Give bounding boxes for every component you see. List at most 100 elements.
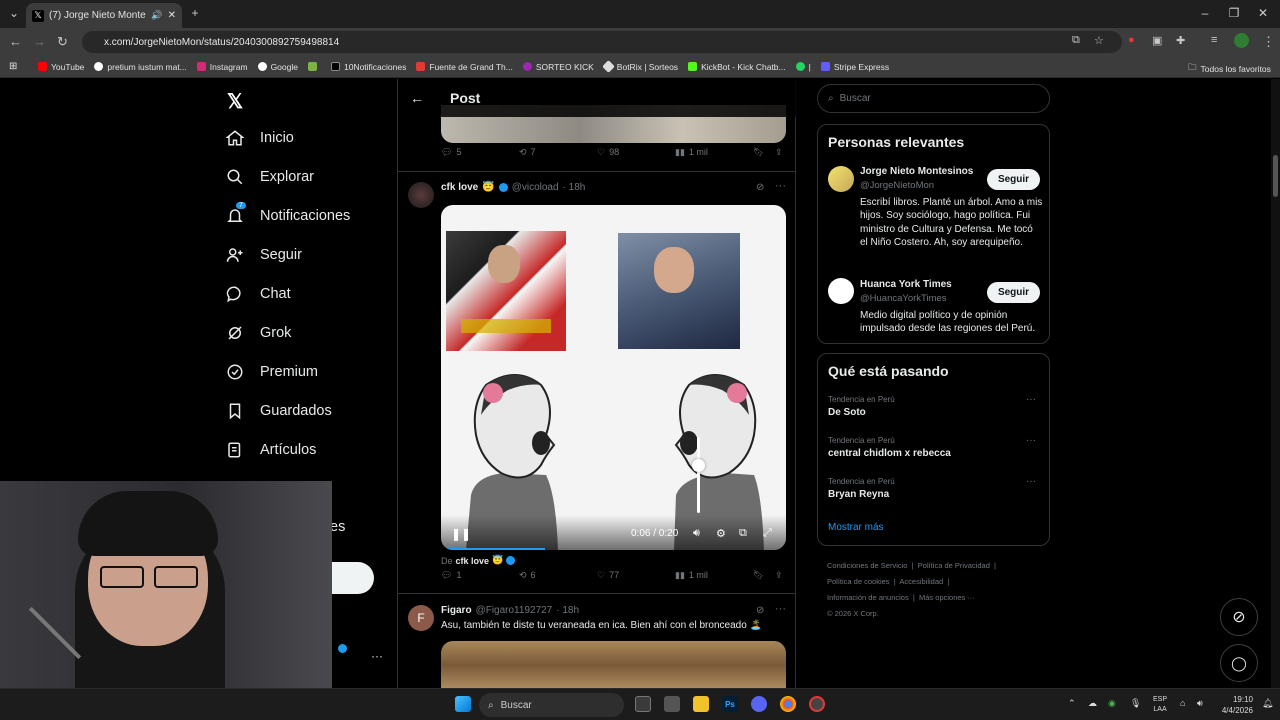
back-icon[interactable]: ← [9,34,22,49]
reload-icon[interactable]: ↻ [57,34,68,50]
author-name[interactable]: cfk love [441,182,478,193]
follow-button[interactable]: Seguir [987,282,1040,303]
bookmark-instagram[interactable]: Instagram [196,62,248,72]
bookmark-kickbot[interactable]: KickBot - Kick Chatb... [688,62,786,72]
tray-icon-green[interactable]: ◉ [1108,698,1116,709]
x-logo-icon[interactable]: 𝕏 [227,89,243,114]
install-icon[interactable]: ⧉ [1072,34,1080,47]
clock[interactable]: 19:10 4/4/2026 [1215,694,1253,716]
repost-button[interactable]: ⟲ 6 [519,570,536,581]
grok-float-button[interactable]: ⊘ [1220,598,1258,636]
discord-icon[interactable] [751,696,767,712]
language-indicator[interactable]: ESP LAA [1153,695,1167,715]
tab-search-icon[interactable]: ⌄ [6,6,22,20]
trend-more-icon[interactable]: ··· [1026,435,1036,446]
notifications-tray-icon[interactable]: 🔔︎ [1262,698,1273,709]
minimize-icon[interactable]: – [1197,6,1213,20]
trend-more-icon[interactable]: ··· [1026,394,1036,405]
sidebar-item-explorar[interactable]: Explorar [226,168,314,186]
messages-float-button[interactable]: ◯ [1220,644,1258,682]
trend-topic[interactable]: Bryan Reyna [828,489,889,500]
footer-link[interactable]: Condiciones de Servicio [827,561,907,570]
figaro-avatar[interactable]: F [408,605,434,631]
new-tab-icon[interactable]: + [187,6,203,20]
bookmark-google[interactable]: Google [257,62,298,72]
bookmark-stripe[interactable]: Stripe Express [820,62,889,72]
chrome-icon[interactable] [780,696,796,712]
sidebar-item-premium[interactable]: Premium [226,363,318,381]
share-icon[interactable]: ⇪ [775,147,783,158]
post-time[interactable]: · 18h [556,605,579,616]
post-time[interactable]: · 18h [563,182,586,193]
pip-icon[interactable]: ⧉ [739,527,747,540]
settings-icon[interactable]: ⚙ [716,527,726,540]
tab-close-icon[interactable]: ✕ [168,10,176,21]
extension-icon[interactable]: ▣ [1152,34,1162,47]
page-scrollbar[interactable] [1271,79,1280,688]
audio-icon[interactable]: 🔊 [151,10,162,21]
puzzle-icon[interactable]: ✚ [1176,34,1185,47]
source-name[interactable]: cfk love [456,556,490,566]
footer-link[interactable]: Accesibilidad [899,577,943,586]
sidebar-item-chat[interactable]: Chat [226,285,291,303]
post-more-icon[interactable]: ··· [775,180,786,192]
bookmark-pretium[interactable]: pretium iustum mat... [94,62,187,72]
person-name[interactable]: Jorge Nieto Montesinos [860,166,973,177]
bookmark-post-icon[interactable]: 🔖︎ [753,147,764,158]
volume-tray-icon[interactable]: 🔊︎ [1197,698,1203,709]
app-icon-2[interactable] [809,696,825,712]
show-more-link[interactable]: Mostrar más [828,522,884,533]
trend-topic[interactable]: De Soto [828,407,866,418]
footer-link[interactable]: Información de anuncios [827,593,909,602]
sidebar-item-grok[interactable]: Grok [226,324,291,342]
task-view-icon[interactable] [635,696,651,712]
pause-icon[interactable]: ❚❚ [451,527,471,541]
back-arrow-icon[interactable]: ← [410,90,424,106]
author-handle[interactable]: @Figaro1192727 [476,605,553,616]
forward-icon[interactable]: → [33,34,46,49]
apps-icon[interactable]: ⊞ [9,61,17,72]
trend-topic[interactable]: central chidlom x rebecca [828,448,951,459]
sidebar-item-notificaciones[interactable]: 7 Notificaciones [226,202,350,225]
bookmark-fuente[interactable]: Fuente de Grand Th... [416,62,513,72]
share-icon[interactable]: ⇪ [775,570,783,581]
footer-link[interactable]: Política de cookies [827,577,890,586]
extension-red-icon[interactable]: ● [1128,34,1135,46]
browser-tab[interactable]: 𝕏 (7) Jorge Nieto Montesinos 🔊 ✕ [26,3,182,28]
bookmark-botrix[interactable]: BotRix | Sorteos [601,60,678,73]
author-name[interactable]: Figaro [441,605,472,616]
next-post-image[interactable] [441,641,786,688]
author-handle[interactable]: @vicoload [512,182,559,193]
views-button[interactable]: ▮▮ 1 mil [675,570,708,581]
restore-icon[interactable]: ❐ [1226,6,1242,20]
like-button[interactable]: ♡ 98 [597,147,619,158]
grok-post-icon[interactable]: ⊘ [756,605,764,616]
volume-slider[interactable] [697,437,700,513]
account-more-icon[interactable]: ··· [371,649,383,663]
tray-icon[interactable]: ☁ [1088,698,1097,709]
scrollbar-thumb[interactable] [1273,155,1278,197]
tray-chevron-icon[interactable]: ⌃ [1068,698,1076,709]
bookmark-icon-only[interactable] [307,62,321,71]
trend-more-icon[interactable]: ··· [1026,476,1036,487]
address-bar[interactable]: x.com/JorgeNietoMon/status/2040300892759… [82,31,1122,53]
sidebar-item-inicio[interactable]: Inicio [226,129,294,147]
post-button[interactable] [330,562,374,594]
fullscreen-icon[interactable]: ⤢ [763,527,772,540]
sidebar-item-guardados[interactable]: Guardados [226,402,332,420]
bookmark-youtube[interactable]: YouTube [38,62,84,72]
sidebar-item-articulos[interactable]: Artículos [226,441,316,459]
file-explorer-icon[interactable] [693,696,709,712]
photoshop-icon[interactable]: Ps [722,696,738,712]
like-button[interactable]: ♡ 77 [597,570,619,581]
grok-post-icon[interactable]: ⊘ [756,182,764,193]
bookmark-sorteo-kick[interactable]: SORTEO KICK [522,62,594,72]
network-icon[interactable]: ⌂ [1180,698,1185,708]
person-avatar[interactable] [828,166,854,192]
star-icon[interactable]: ☆ [1094,34,1104,47]
views-button[interactable]: ▮▮ 1 mil [675,147,708,158]
search-input[interactable]: ⌕ Buscar [817,84,1050,113]
repost-button[interactable]: ⟲ 7 [519,147,536,158]
all-favorites[interactable]: 🗀 Todos los favoritos [1188,62,1271,76]
reply-button[interactable]: 💬︎ 5 [441,147,461,158]
